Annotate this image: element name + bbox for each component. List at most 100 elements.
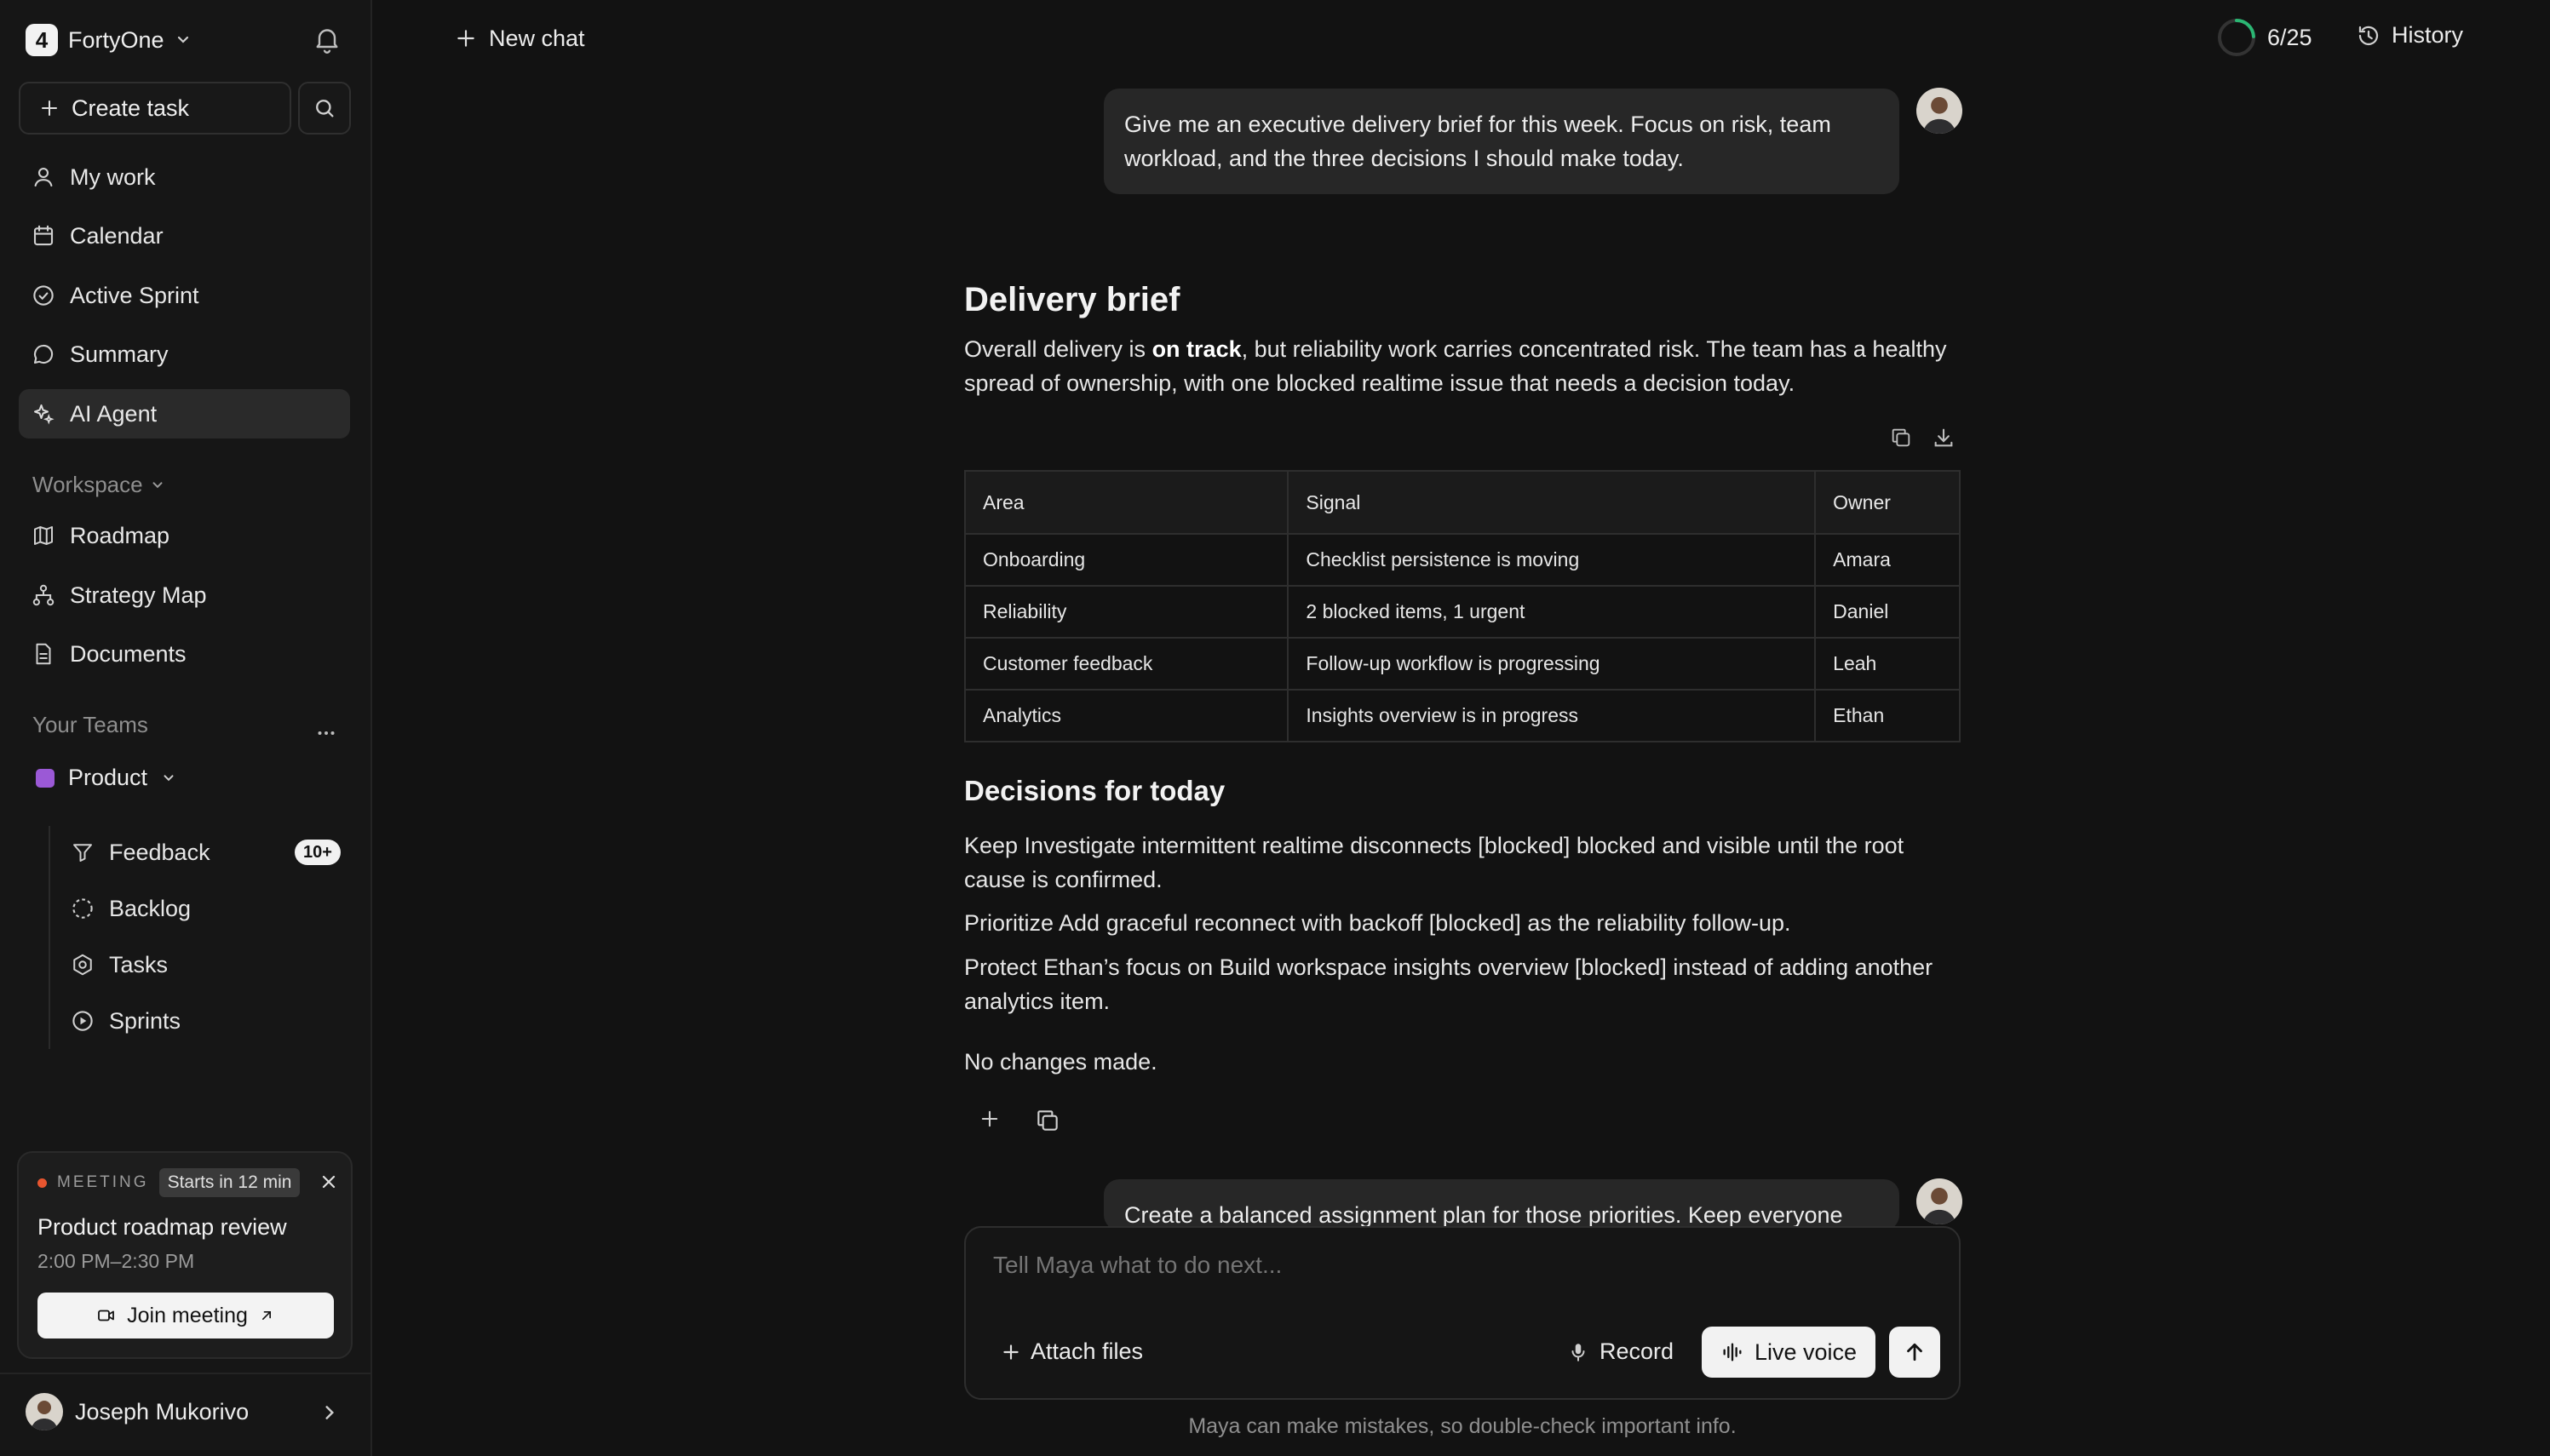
user-menu[interactable]: Joseph Mukorivo bbox=[26, 1393, 249, 1430]
team-item-feedback[interactable]: Feedback bbox=[70, 831, 210, 874]
nav-item-calendar[interactable]: Calendar bbox=[19, 211, 350, 261]
table-cell: Daniel bbox=[1814, 585, 1961, 639]
nav-item-label: Documents bbox=[70, 640, 187, 667]
bell-icon[interactable] bbox=[312, 24, 342, 54]
teams-section-label: Your Teams bbox=[32, 712, 148, 737]
table-cell: Analytics bbox=[963, 689, 1289, 742]
table-row: Analytics Insights overview is in progre… bbox=[963, 689, 1961, 742]
meeting-label: MEETING bbox=[57, 1173, 149, 1191]
table-cell: Insights overview is in progress bbox=[1287, 689, 1817, 742]
team-product[interactable]: Product bbox=[36, 765, 176, 791]
nav-item-label: Active Sprint bbox=[70, 282, 199, 308]
usage-indicator: 6/25 bbox=[2216, 17, 2312, 58]
table-cell: Onboarding bbox=[963, 533, 1289, 587]
table-cell: Checklist persistence is moving bbox=[1287, 533, 1817, 587]
nav-item-label: My work bbox=[70, 163, 156, 190]
hierarchy-icon bbox=[31, 582, 56, 608]
create-task-button[interactable]: Create task bbox=[19, 82, 291, 135]
plus-icon bbox=[39, 98, 60, 118]
table-cell: Reliability bbox=[963, 585, 1289, 639]
hexagon-icon bbox=[70, 952, 95, 977]
create-task-label: Create task bbox=[72, 95, 190, 121]
table-header-row: Area Signal Owner bbox=[963, 470, 1961, 535]
record-button[interactable]: Record bbox=[1567, 1338, 1674, 1365]
decision-item: Keep Investigate intermittent realtime d… bbox=[964, 833, 1904, 892]
brief-paragraph: Overall delivery is on track, but reliab… bbox=[964, 332, 1961, 400]
send-button[interactable] bbox=[1889, 1327, 1940, 1378]
composer: Attach files Record Live voice bbox=[964, 1226, 1961, 1400]
live-voice-button[interactable]: Live voice bbox=[1702, 1327, 1875, 1378]
nav-item-strategy-map[interactable]: Strategy Map bbox=[19, 570, 350, 620]
team-item-sprints[interactable]: Sprints bbox=[70, 1000, 181, 1042]
team-item-label: Tasks bbox=[109, 951, 169, 977]
new-chat-button[interactable]: New chat bbox=[455, 22, 585, 54]
table-row: Customer feedback Follow-up workflow is … bbox=[963, 637, 1961, 691]
brand-logo: 4 bbox=[26, 24, 58, 56]
nav-item-my-work[interactable]: My work bbox=[19, 152, 350, 202]
brief-emphasis: on track bbox=[1152, 336, 1242, 362]
avatar bbox=[1916, 1178, 1962, 1224]
feedback-count-badge: 10+ bbox=[295, 840, 341, 865]
search-button[interactable] bbox=[298, 82, 351, 135]
dashed-circle-icon bbox=[70, 896, 95, 921]
brief-table: Area Signal Owner Onboarding Checklist p… bbox=[963, 470, 1961, 742]
download-icon[interactable] bbox=[1932, 426, 1956, 450]
message-input[interactable] bbox=[993, 1252, 1930, 1279]
close-icon[interactable] bbox=[319, 1172, 339, 1192]
meeting-card: MEETING Starts in 12 min Product roadmap… bbox=[17, 1151, 353, 1359]
nav-item-label: Strategy Map bbox=[70, 582, 207, 608]
user-message: Create a balanced assignment plan for th… bbox=[1104, 1179, 1899, 1230]
more-icon[interactable] bbox=[313, 720, 339, 746]
table-header-cell: Signal bbox=[1287, 470, 1817, 535]
nav-item-label: Calendar bbox=[70, 222, 164, 249]
copy-icon[interactable] bbox=[1889, 426, 1913, 450]
team-item-label: Feedback bbox=[109, 839, 210, 865]
user-message: Give me an executive delivery brief for … bbox=[1104, 89, 1899, 194]
history-button[interactable]: History bbox=[2356, 22, 2463, 49]
filter-icon bbox=[70, 840, 95, 865]
nav-item-summary[interactable]: Summary bbox=[19, 330, 350, 379]
table-row: Onboarding Checklist persistence is movi… bbox=[963, 533, 1961, 587]
plus-icon[interactable] bbox=[978, 1107, 1002, 1134]
nav-item-documents[interactable]: Documents bbox=[19, 629, 350, 679]
team-name: Product bbox=[68, 765, 148, 790]
nav-item-roadmap[interactable]: Roadmap bbox=[19, 511, 350, 560]
team-item-backlog[interactable]: Backlog bbox=[70, 887, 191, 930]
chevron-down-icon bbox=[150, 478, 165, 493]
meeting-title: Product roadmap review bbox=[37, 1214, 287, 1240]
workspace-section-label: Workspace bbox=[32, 472, 143, 497]
microphone-icon bbox=[1567, 1341, 1589, 1363]
join-meeting-button[interactable]: Join meeting bbox=[37, 1293, 334, 1338]
usage-ring bbox=[2216, 17, 2257, 58]
plus-icon bbox=[455, 27, 477, 49]
nav-item-active-sprint[interactable]: Active Sprint bbox=[19, 271, 350, 320]
nav-item-label: AI Agent bbox=[70, 400, 158, 427]
avatar bbox=[1916, 88, 1962, 134]
live-dot bbox=[37, 1178, 47, 1188]
table-tools bbox=[1889, 426, 1956, 450]
table-cell: 2 blocked items, 1 urgent bbox=[1287, 585, 1817, 639]
team-item-label: Sprints bbox=[109, 1007, 181, 1034]
search-icon bbox=[313, 96, 336, 120]
external-link-icon bbox=[258, 1307, 275, 1324]
workspace-section-toggle[interactable]: Workspace bbox=[32, 472, 165, 498]
user-icon bbox=[31, 164, 56, 190]
plus-icon bbox=[1000, 1341, 1022, 1363]
chevron-right-icon[interactable] bbox=[320, 1403, 339, 1422]
copy-icon[interactable] bbox=[1034, 1107, 1061, 1134]
attach-files-button[interactable]: Attach files bbox=[1000, 1338, 1143, 1365]
nav-item-ai-agent[interactable]: AI Agent bbox=[19, 389, 350, 439]
workspace-switcher[interactable]: 4 FortyOne bbox=[26, 22, 192, 58]
table-row: Reliability 2 blocked items, 1 urgent Da… bbox=[963, 585, 1961, 639]
chevron-down-icon bbox=[175, 32, 192, 49]
table-cell: Amara bbox=[1814, 533, 1961, 587]
meeting-header: MEETING Starts in 12 min bbox=[37, 1168, 301, 1197]
meeting-time: 2:00 PM–2:30 PM bbox=[37, 1250, 195, 1272]
document-icon bbox=[31, 641, 56, 667]
workspace-name: FortyOne bbox=[68, 26, 164, 53]
disclaimer: Maya can make mistakes, so double-check … bbox=[1188, 1414, 1737, 1438]
arrow-up-icon bbox=[1902, 1339, 1927, 1365]
no-changes-note: No changes made. bbox=[964, 1049, 1157, 1075]
message-actions bbox=[978, 1107, 1061, 1134]
team-item-tasks[interactable]: Tasks bbox=[70, 943, 168, 986]
